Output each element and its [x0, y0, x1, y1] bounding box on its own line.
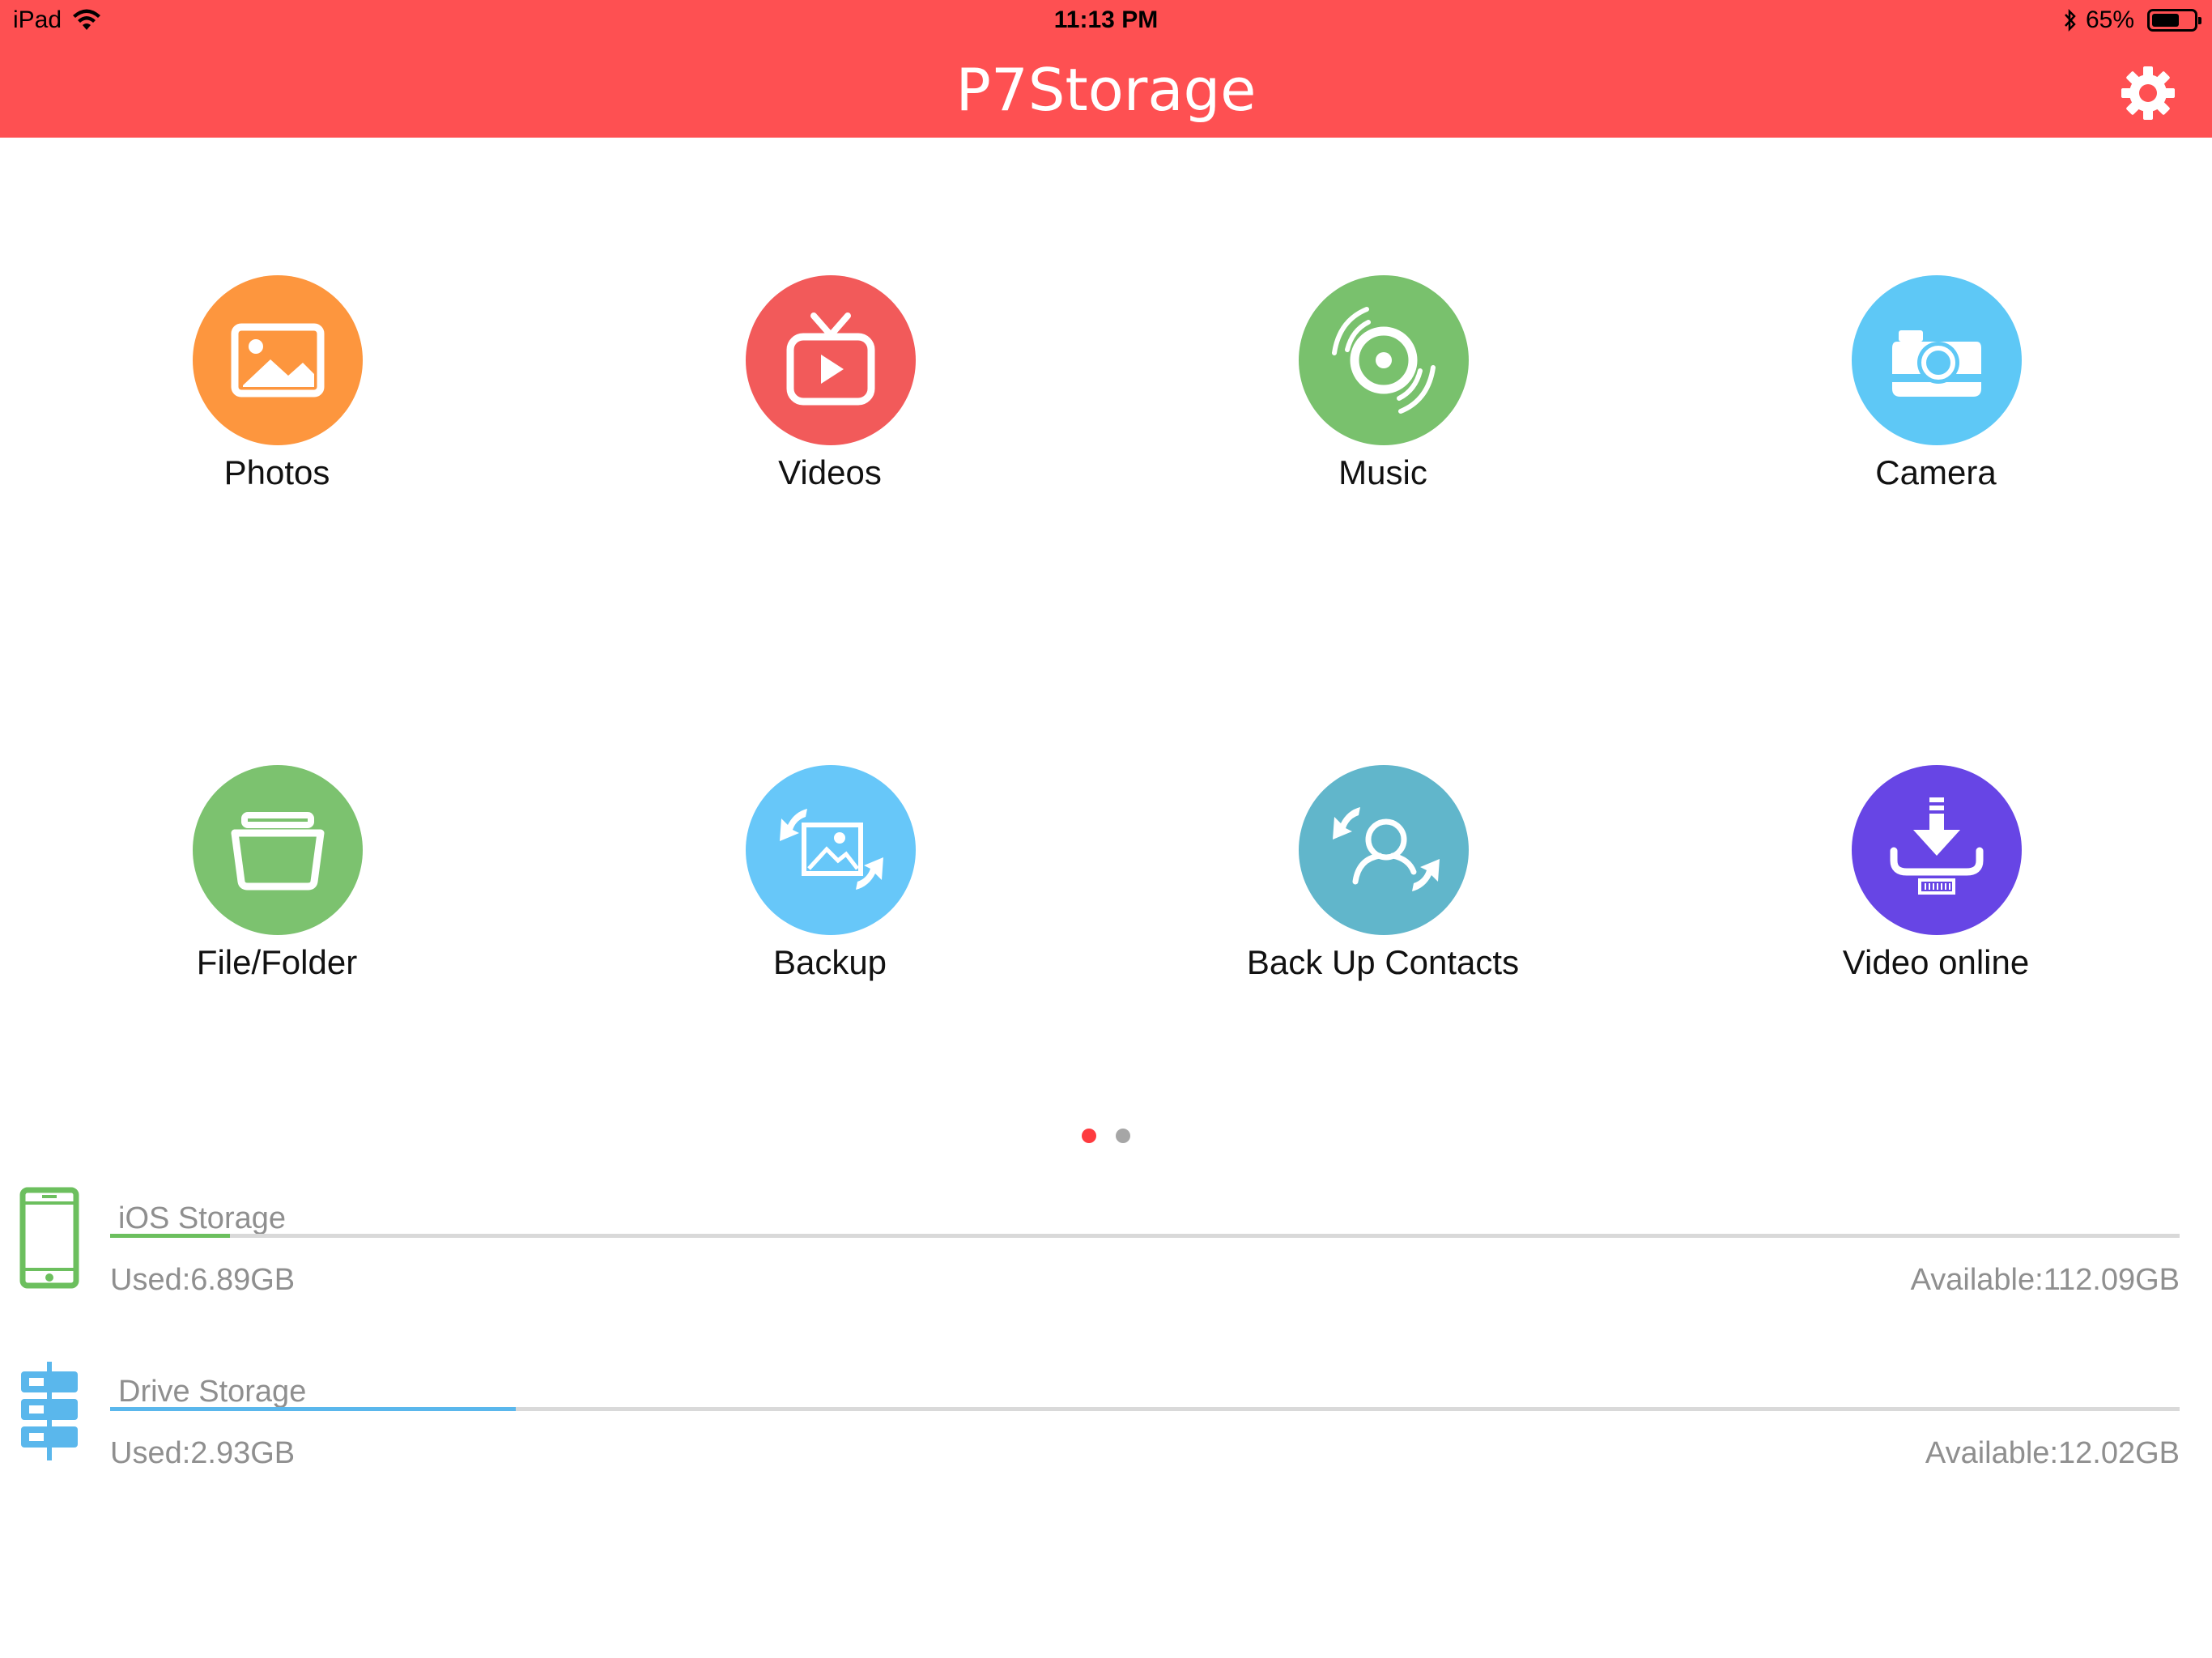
tv-play-icon — [786, 312, 875, 406]
storage-usage-bar — [110, 1407, 2180, 1411]
storage-name: Drive Storage — [118, 1375, 307, 1409]
storage-usage-fill — [110, 1234, 231, 1238]
tile-backup[interactable]: Backup — [603, 765, 1057, 1032]
storage-name: iOS Storage — [118, 1201, 286, 1235]
storage-used: Used:2.93GB — [110, 1436, 296, 1470]
ios-storage-row: iOS Storage Used:6.89GB Available:112.09… — [0, 1187, 2212, 1341]
photos-circle — [193, 275, 363, 445]
videos-circle — [746, 275, 916, 445]
app-header: iPad 11:13 PM 65% P7Storage — [0, 0, 2212, 138]
page-dot-active[interactable] — [1082, 1129, 1096, 1143]
tile-label: Music — [1338, 453, 1427, 491]
battery-icon — [2147, 9, 2201, 32]
backup-contacts-icon — [1333, 807, 1440, 891]
battery-fill — [2152, 14, 2179, 27]
server-icon — [21, 1362, 78, 1460]
page-indicator[interactable] — [0, 1129, 2212, 1143]
tile-label: Video online — [1842, 943, 2030, 981]
status-right: 65% — [2063, 6, 2201, 34]
phone-icon — [19, 1187, 79, 1289]
folder-circle — [193, 765, 363, 935]
drive-storage-row: Drive Storage Used:2.93GB Available:12.0… — [0, 1360, 2212, 1514]
battery-percent: 65% — [2085, 6, 2134, 33]
status-time: 11:13 PM — [1053, 6, 1159, 33]
photo-icon — [231, 323, 325, 397]
backup-image-icon — [780, 809, 883, 890]
tile-back-up-contacts[interactable]: Back Up Contacts — [1156, 765, 1610, 1032]
page-dot[interactable] — [1116, 1129, 1130, 1143]
page-title: P7Storage — [955, 56, 1257, 124]
tile-file-folder[interactable]: File/Folder — [50, 765, 504, 1032]
backup-circle — [746, 765, 916, 935]
storage-available: Available:112.09GB — [1910, 1263, 2180, 1297]
tile-photos[interactable]: Photos — [50, 275, 504, 542]
tile-video-online[interactable]: Video online — [1709, 765, 2163, 1032]
tile-label: Photos — [223, 453, 330, 491]
tile-label: Camera — [1875, 453, 1997, 491]
vinyl-disc-icon — [1332, 307, 1436, 414]
storage-usage-fill — [110, 1407, 516, 1411]
tile-videos[interactable]: Videos — [603, 275, 1057, 542]
tile-label: Back Up Contacts — [1246, 943, 1520, 981]
contacts-circle — [1299, 765, 1469, 935]
tile-label: File/Folder — [196, 943, 358, 981]
tile-camera[interactable]: Camera — [1709, 275, 2163, 542]
download-icon — [1890, 797, 1984, 895]
storage-used: Used:6.89GB — [110, 1263, 296, 1297]
storage-available: Available:12.02GB — [1925, 1436, 2180, 1470]
camera-circle — [1852, 275, 2022, 445]
tile-music[interactable]: Music — [1156, 275, 1610, 542]
tile-label: Videos — [778, 453, 882, 491]
bluetooth-icon — [2065, 8, 2076, 32]
folder-icon — [231, 812, 325, 891]
storage-usage-bar — [110, 1234, 2180, 1238]
music-circle — [1299, 275, 1469, 445]
video-online-circle — [1852, 765, 2022, 935]
tile-label: Backup — [772, 943, 887, 981]
camera-icon — [1892, 330, 1981, 397]
settings-gear-icon[interactable] — [2120, 65, 2176, 121]
